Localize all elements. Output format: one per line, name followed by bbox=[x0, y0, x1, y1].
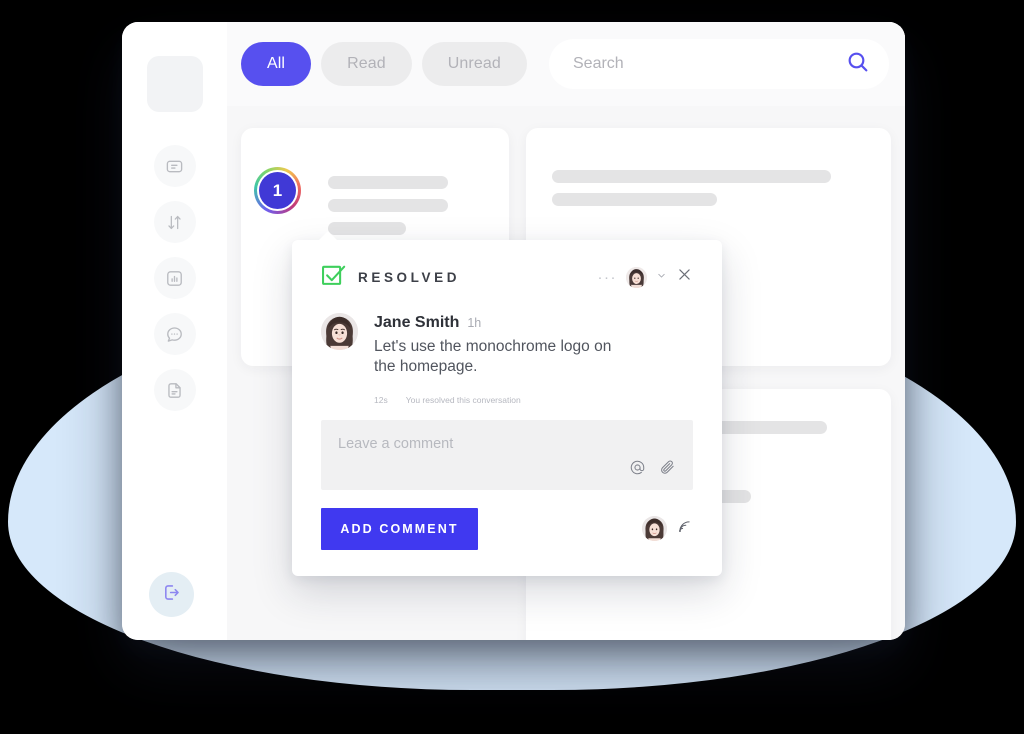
skeleton-line bbox=[328, 199, 448, 212]
add-comment-button[interactable]: ADD COMMENT bbox=[321, 507, 478, 550]
broadcast-icon[interactable] bbox=[676, 518, 693, 540]
filter-tab-all[interactable]: All bbox=[241, 42, 312, 86]
comment-message: Let's use the monochrome logo on the hom… bbox=[374, 338, 612, 376]
skeleton-line bbox=[552, 193, 717, 206]
attachment-icon[interactable] bbox=[659, 459, 676, 481]
topbar: All Read Unread Search bbox=[227, 22, 905, 106]
sidebar-item-sort[interactable] bbox=[153, 201, 196, 243]
filter-tab-read[interactable]: Read bbox=[321, 42, 412, 86]
filter-tab-read-label: Read bbox=[347, 55, 386, 72]
skeleton-line bbox=[328, 176, 448, 189]
search-input[interactable]: Search bbox=[573, 55, 845, 73]
checkbox-checked-icon bbox=[321, 262, 347, 293]
subscriber-avatar[interactable] bbox=[642, 516, 667, 542]
popover-header-actions: ··· bbox=[598, 266, 694, 288]
thread-marker-badge[interactable]: 1 bbox=[254, 167, 301, 214]
inbox-icon bbox=[165, 157, 184, 176]
popover-header: RESOLVED ··· bbox=[321, 264, 693, 290]
author-avatar[interactable] bbox=[321, 313, 358, 350]
resolved-status-label: RESOLVED bbox=[358, 269, 461, 285]
activity-text: You resolved this conversation bbox=[405, 394, 521, 405]
thread-marker-count: 1 bbox=[259, 172, 296, 209]
sidebar-item-inbox[interactable] bbox=[153, 145, 196, 187]
sort-arrows-icon bbox=[165, 213, 184, 232]
sidebar-item-logout[interactable] bbox=[149, 572, 194, 617]
filter-tab-all-label: All bbox=[267, 55, 286, 72]
comment-author: Jane Smith bbox=[374, 314, 460, 331]
document-icon bbox=[165, 381, 184, 400]
activity-log-row: 12s You resolved this conversation bbox=[374, 395, 693, 405]
sidebar-item-comments[interactable] bbox=[153, 313, 196, 355]
sidebar-nav bbox=[153, 145, 196, 411]
activity-timestamp: 12s bbox=[374, 394, 388, 405]
comment-input[interactable]: Leave a comment bbox=[321, 419, 693, 490]
comment-input-tools bbox=[629, 459, 676, 481]
search-icon[interactable] bbox=[845, 49, 871, 80]
thread-marker-ring: 1 bbox=[257, 170, 298, 211]
mention-icon[interactable] bbox=[629, 459, 646, 481]
chevron-down-icon[interactable] bbox=[656, 268, 667, 286]
comment-timestamp: 1h bbox=[467, 316, 482, 330]
comment-author-row: Jane Smith 1h bbox=[374, 314, 619, 332]
app-logo-placeholder[interactable] bbox=[146, 56, 203, 112]
comment-input-placeholder: Leave a comment bbox=[338, 435, 454, 452]
sidebar bbox=[122, 22, 227, 640]
skeleton-line bbox=[552, 170, 831, 183]
dots-menu-icon[interactable]: ··· bbox=[598, 270, 618, 285]
comment-text-column: Jane Smith 1h Let's use the monochrome l… bbox=[374, 313, 619, 378]
skeleton-lines bbox=[328, 176, 485, 235]
sidebar-item-analytics[interactable] bbox=[153, 257, 196, 299]
skeleton-line bbox=[328, 222, 406, 235]
search-box[interactable]: Search bbox=[549, 39, 889, 89]
comment-item: Jane Smith 1h Let's use the monochrome l… bbox=[321, 313, 693, 378]
chart-icon bbox=[165, 269, 184, 288]
chat-bubble-icon bbox=[165, 325, 184, 344]
filter-tab-unread-label: Unread bbox=[447, 55, 501, 72]
sidebar-item-documents[interactable] bbox=[153, 369, 196, 411]
logout-icon bbox=[161, 582, 182, 608]
footer-subscribers bbox=[642, 516, 693, 542]
comment-popover: RESOLVED ··· Jane Smith 1h Let's use the… bbox=[292, 231, 722, 576]
close-icon[interactable] bbox=[676, 266, 693, 288]
filter-tab-unread[interactable]: Unread bbox=[421, 42, 527, 86]
assignee-avatar[interactable] bbox=[626, 266, 647, 288]
popover-footer: ADD COMMENT bbox=[321, 507, 693, 550]
